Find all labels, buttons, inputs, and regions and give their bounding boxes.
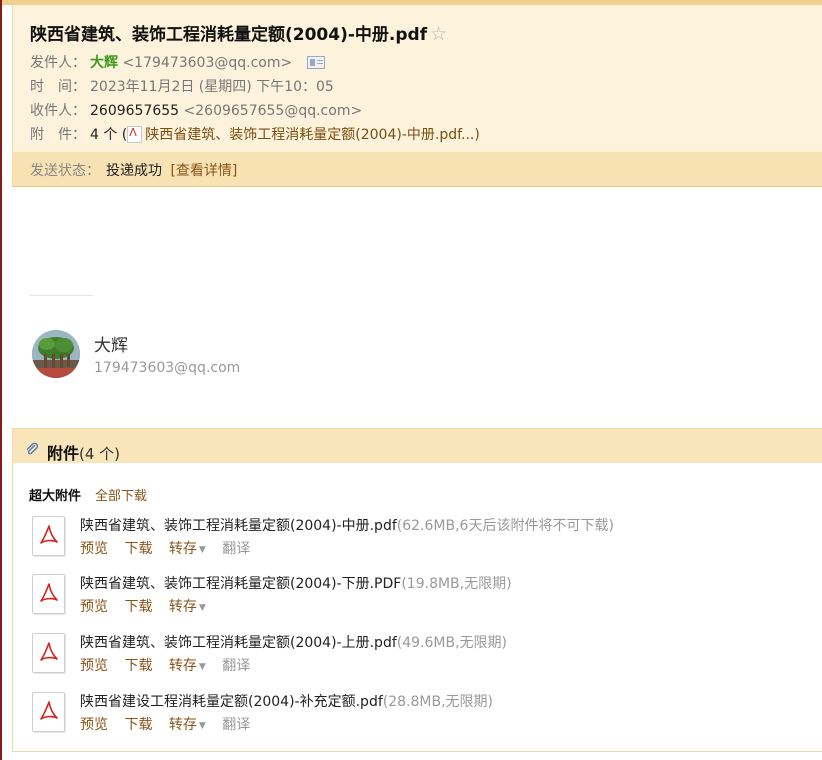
- attachments-count: (4 个): [79, 445, 121, 463]
- signature-divider: [30, 295, 93, 296]
- avatar[interactable]: [32, 330, 80, 378]
- preview-link[interactable]: 预览: [80, 658, 108, 674]
- download-all-link[interactable]: 全部下载: [95, 489, 147, 504]
- chevron-down-icon: ▼: [198, 662, 206, 672]
- attachment-meta: (49.6MB,无限期): [396, 635, 507, 651]
- chevron-down-icon: ▼: [198, 721, 206, 731]
- time-row: 时 间： 2023年11月2日 (星期四) 下午10：05: [30, 76, 334, 96]
- group-label: 超大附件: [29, 489, 82, 504]
- attachment-item: 陕西省建筑、装饰工程消耗量定额(2004)-上册.pdf(49.6MB,无限期)…: [29, 630, 809, 682]
- save-to-dropdown[interactable]: 转存 ▼: [169, 599, 206, 615]
- paperclip-icon: [26, 442, 39, 455]
- view-details-link[interactable]: [查看详情]: [170, 163, 237, 179]
- attachment-name-text: 陕西省建设工程消耗量定额(2004)-补充定额.pdf: [80, 694, 383, 710]
- to-row: 收件人： 2609657655 <2609657655@qq.com>: [30, 100, 362, 120]
- attachment-name-text: 陕西省建筑、装饰工程消耗量定额(2004)-中册.pdf: [80, 518, 397, 534]
- translate-link[interactable]: 翻译: [222, 541, 250, 557]
- save-to-dropdown[interactable]: 转存 ▼: [169, 658, 206, 674]
- attachment-name[interactable]: 陕西省建设工程消耗量定额(2004)-补充定额.pdf(28.8MB,无限期): [80, 691, 493, 711]
- attachment-name-text: 陕西省建筑、装饰工程消耗量定额(2004)-上册.pdf: [80, 635, 397, 651]
- email-header: 陕西省建筑、装饰工程消耗量定额(2004)-中册.pdf ☆ 发件人： 大辉 <17…: [12, 5, 822, 152]
- time-label: 时 间：: [30, 79, 86, 95]
- window-left-border: [0, 0, 2, 760]
- preview-link[interactable]: 预览: [80, 541, 108, 557]
- pdf-file-icon: [32, 633, 65, 673]
- from-label: 发件人：: [30, 55, 86, 71]
- save-to-label: 转存: [168, 717, 197, 733]
- attachments-title-text: 附件: [47, 444, 80, 463]
- signature-email: 179473603@qq.com: [94, 360, 241, 376]
- preview-link[interactable]: 预览: [80, 717, 108, 733]
- send-status-bar: 发送状态： 投递成功 [查看详情]: [12, 152, 822, 187]
- from-row: 发件人： 大辉 <179473603@qq.com>: [30, 52, 325, 72]
- time-value: 2023年11月2日 (星期四) 下午10：05: [90, 79, 334, 95]
- chevron-down-icon: ▼: [198, 545, 206, 555]
- pdf-file-icon: [32, 692, 65, 732]
- translate-link[interactable]: 翻译: [222, 717, 250, 733]
- attachment-actions: 预览 下载 转存 ▼ 翻译: [80, 655, 262, 675]
- status-value: 投递成功: [106, 163, 162, 179]
- attachment-item: 陕西省建设工程消耗量定额(2004)-补充定额.pdf(28.8MB,无限期) …: [29, 689, 809, 741]
- attachment-group: 超大附件 全部下载: [29, 485, 147, 504]
- attachment-name-text: 陕西省建筑、装饰工程消耗量定额(2004)-下册.PDF: [80, 576, 402, 592]
- save-to-dropdown[interactable]: 转存 ▼: [169, 717, 206, 733]
- attachments-row: 附 件：4 个 ( 陕西省建筑、装饰工程消耗量定额(2004)-中册.pdf...…: [30, 124, 480, 144]
- to-label: 收件人：: [30, 103, 86, 119]
- attachment-item: 陕西省建筑、装饰工程消耗量定额(2004)-下册.PDF(19.8MB,无限期)…: [29, 571, 809, 623]
- attach-label: 附 件：: [30, 127, 86, 143]
- chevron-down-icon: ▼: [198, 603, 206, 613]
- attachments-title: 附件(4 个): [47, 440, 120, 464]
- attachments-section: 附件(4 个) 超大附件 全部下载 陕西省建筑、装饰工程消耗量定额(2004)-中…: [12, 428, 822, 752]
- pdf-icon: [127, 126, 143, 143]
- contact-card-icon[interactable]: [306, 56, 325, 69]
- email-subject: 陕西省建筑、装饰工程消耗量定额(2004)-中册.pdf ☆: [30, 20, 447, 45]
- download-link[interactable]: 下载: [124, 599, 152, 615]
- attachment-name[interactable]: 陕西省建筑、装饰工程消耗量定额(2004)-下册.PDF(19.8MB,无限期): [80, 573, 512, 593]
- save-to-label: 转存: [168, 541, 197, 557]
- avatar-image: [32, 330, 80, 378]
- recipient-name[interactable]: 2609657655: [90, 103, 179, 119]
- attachment-meta: (19.8MB,无限期): [401, 576, 512, 592]
- attachment-meta: (28.8MB,无限期): [382, 694, 493, 710]
- download-link[interactable]: 下载: [124, 717, 152, 733]
- attachment-item: 陕西省建筑、装饰工程消耗量定额(2004)-中册.pdf(62.6MB,6天后该…: [29, 513, 809, 565]
- attachment-name[interactable]: 陕西省建筑、装饰工程消耗量定额(2004)-中册.pdf(62.6MB,6天后该…: [80, 515, 614, 535]
- attachment-actions: 预览 下载 转存 ▼ 翻译: [80, 538, 262, 558]
- attachment-actions: 预览 下载 转存 ▼ 翻译: [80, 714, 262, 734]
- save-to-label: 转存: [168, 599, 197, 615]
- attach-count: 4 个 (: [90, 127, 128, 143]
- pdf-file-icon: [32, 516, 65, 556]
- preview-link[interactable]: 预览: [80, 599, 108, 615]
- recipient-email[interactable]: <2609657655@qq.com>: [184, 103, 363, 119]
- attachment-actions: 预览 下载 转存 ▼: [80, 596, 218, 616]
- download-link[interactable]: 下载: [124, 658, 152, 674]
- attachments-header: 附件(4 个): [13, 429, 822, 463]
- subject-text: 陕西省建筑、装饰工程消耗量定额(2004)-中册.pdf: [30, 25, 428, 45]
- save-to-label: 转存: [168, 658, 197, 674]
- star-icon[interactable]: ☆: [430, 23, 447, 45]
- attach-first-link[interactable]: 陕西省建筑、装饰工程消耗量定额(2004)-中册.pdf...): [145, 127, 480, 143]
- status-label: 发送状态：: [30, 163, 100, 179]
- save-to-dropdown[interactable]: 转存 ▼: [169, 541, 206, 557]
- download-link[interactable]: 下载: [124, 541, 152, 557]
- signature-name: 大辉: [94, 336, 128, 356]
- sender-name[interactable]: 大辉: [90, 55, 118, 71]
- sender-email[interactable]: <179473603@qq.com>: [122, 55, 292, 71]
- translate-link[interactable]: 翻译: [222, 658, 250, 674]
- pdf-file-icon: [32, 574, 65, 614]
- attachment-meta: (62.6MB,6天后该附件将不可下载): [396, 518, 614, 534]
- attachment-name[interactable]: 陕西省建筑、装饰工程消耗量定额(2004)-上册.pdf(49.6MB,无限期): [80, 632, 507, 652]
